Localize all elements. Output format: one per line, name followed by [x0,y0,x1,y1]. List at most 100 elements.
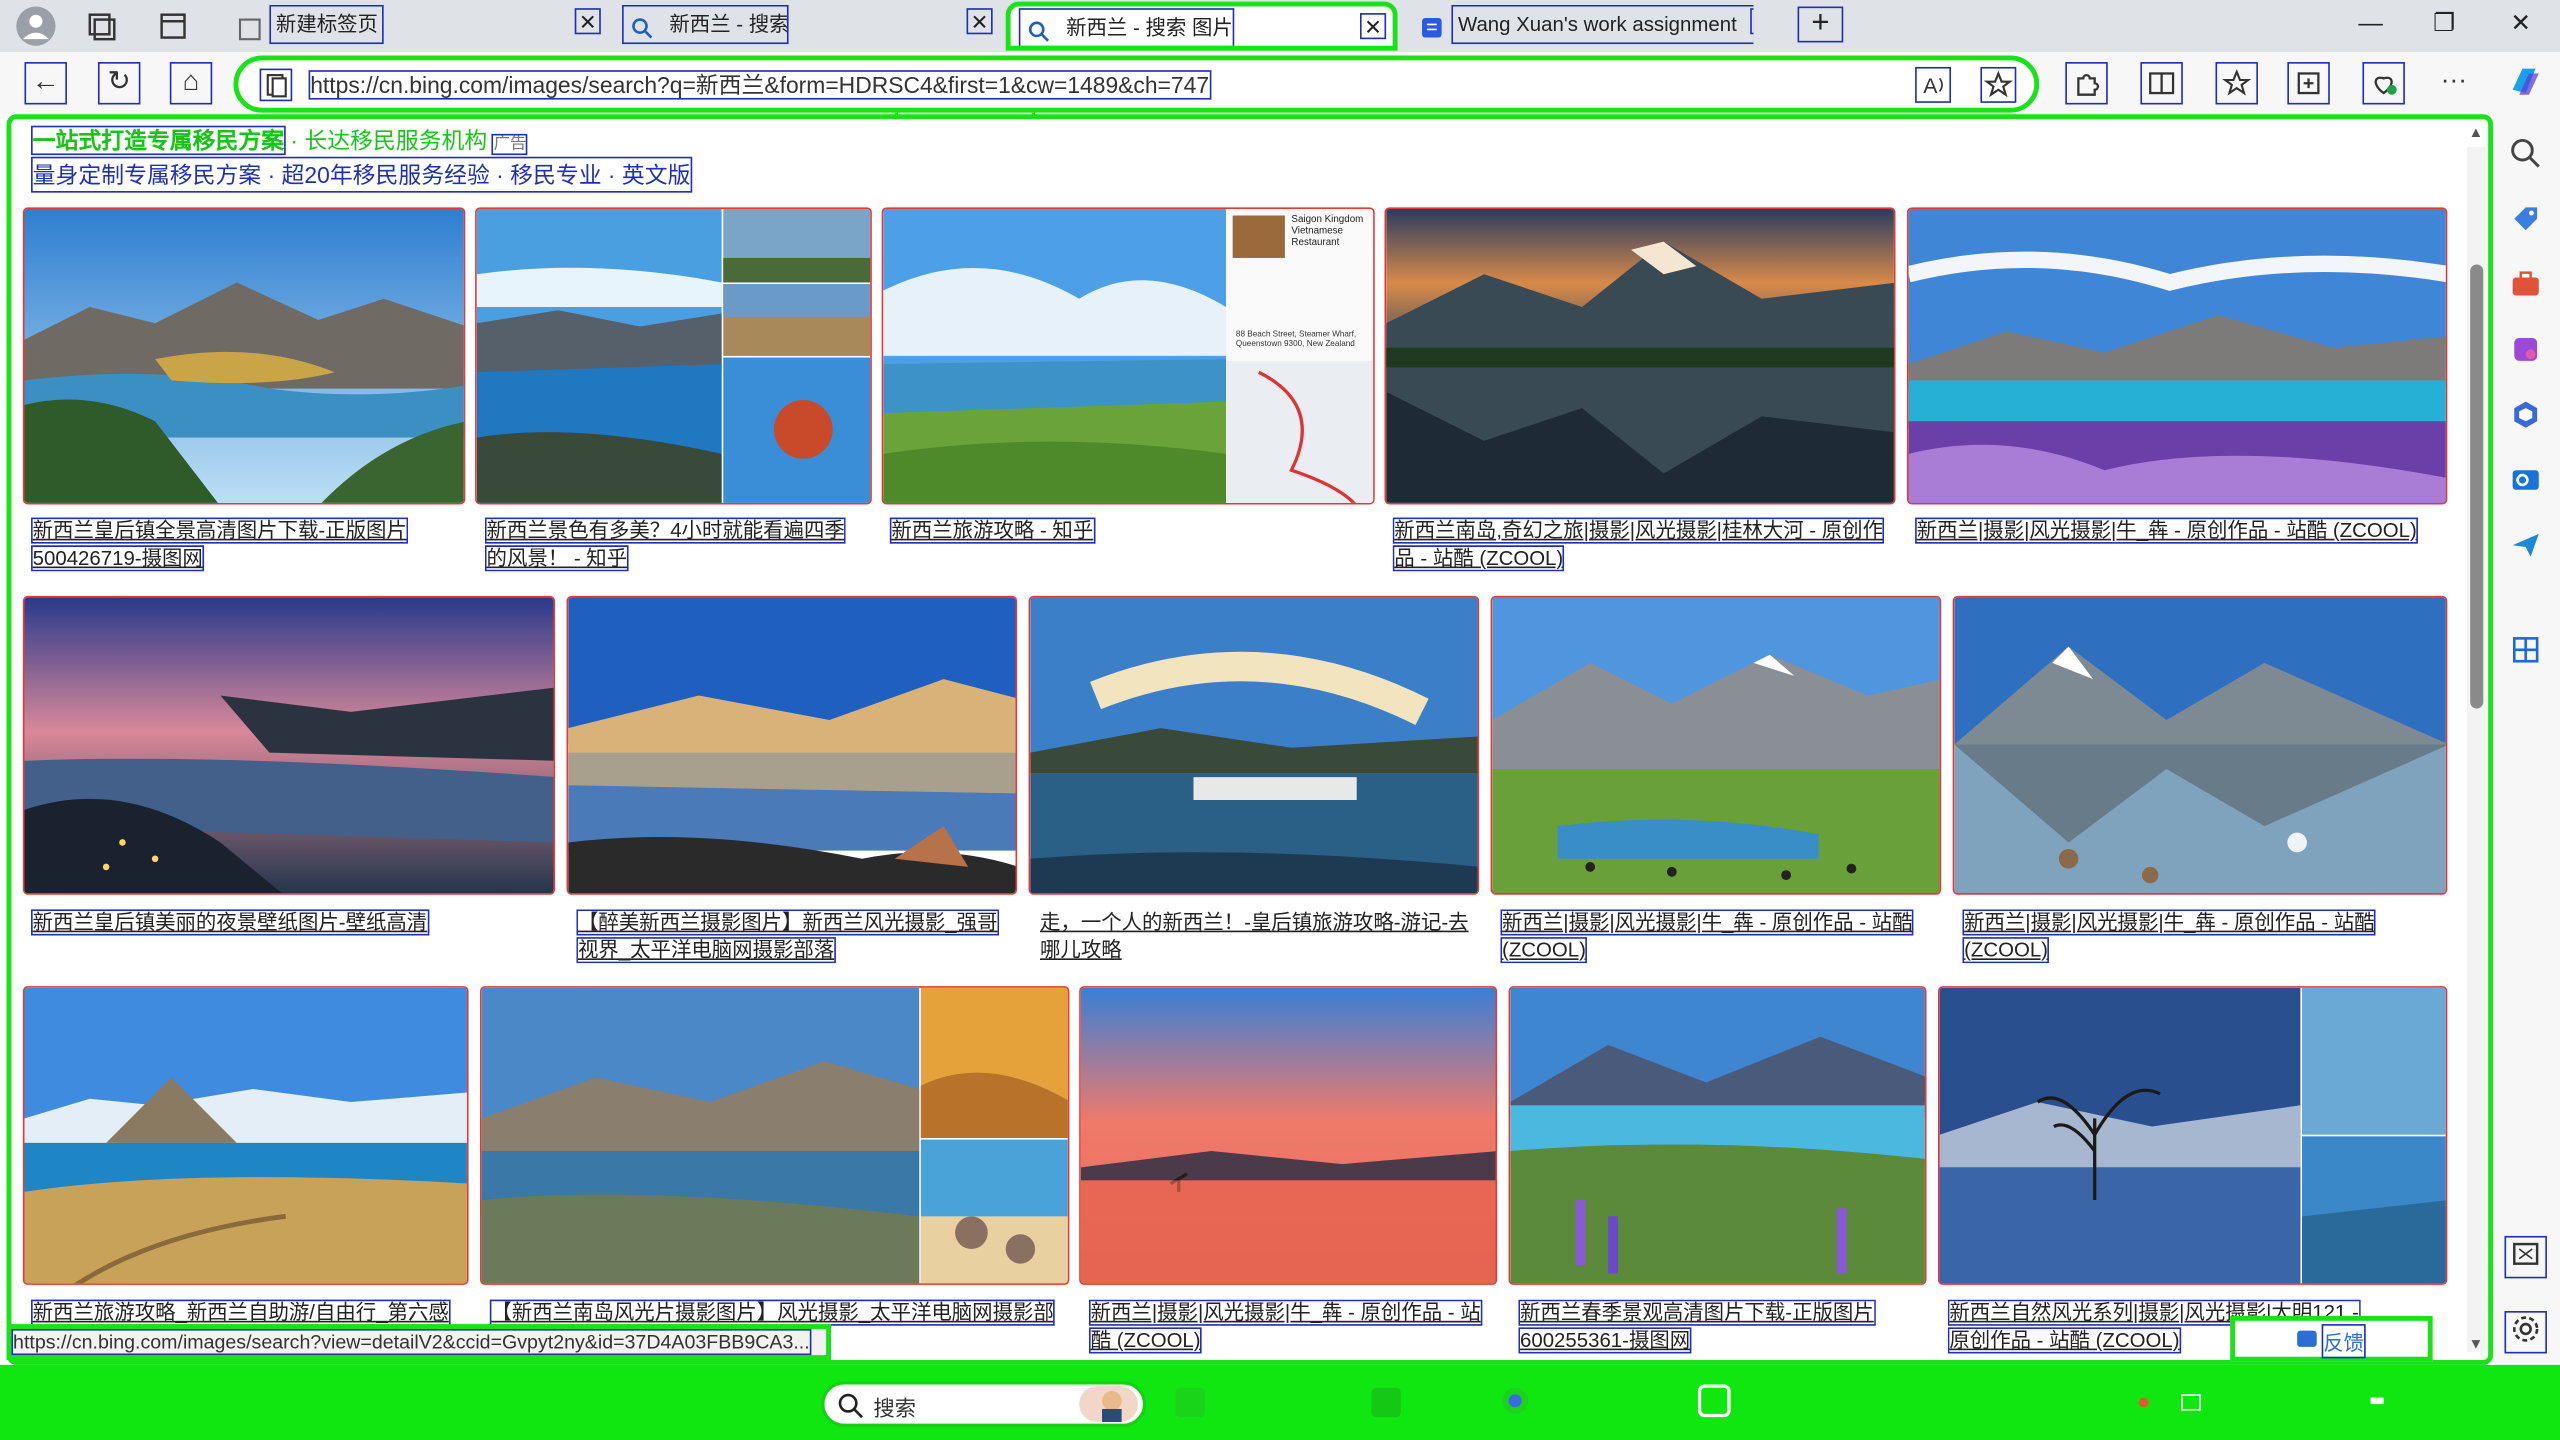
image-result[interactable] [566,595,1018,895]
document-icon [1420,13,1443,38]
scrollbar-thumb[interactable] [2470,264,2484,709]
profile-avatar[interactable] [16,6,56,46]
image-result[interactable]: Saigon Kingdom Vietnamese Restaurant 88 … [881,207,1375,505]
result-caption[interactable]: 走，一个人的新西兰！-皇后镇旅游攻略-游记-去哪儿攻略 [1040,909,1481,965]
tab-image-search-active[interactable]: 新西兰 - 搜索 图片 ✕ [1005,1,1398,51]
tools-icon[interactable] [2506,268,2545,307]
taskbar-app-icon[interactable] [1499,1384,1532,1417]
image-result[interactable] [479,986,1070,1285]
tab-title: 新建标签页 [269,4,384,45]
site-info-icon[interactable] [259,68,293,102]
copilot-icon[interactable] [2504,64,2543,103]
status-url: https://cn.bing.com/images/search?view=d… [11,1328,812,1356]
tab-title: Wang Xuan's work assignment [1451,4,1754,45]
extensions-icon[interactable] [2065,62,2108,105]
close-icon[interactable]: ✕ [1359,13,1387,40]
taskbar-search-box[interactable]: 搜索 [821,1381,1147,1427]
image-result[interactable] [22,595,556,895]
image-result[interactable] [22,986,469,1285]
image-result[interactable] [1079,986,1498,1285]
workspaces-icon[interactable] [85,10,118,43]
restaurant-address: 88 Beach Street, Steamer Wharf, Queensto… [1235,329,1357,350]
search-icon[interactable] [2506,137,2545,176]
shopping-tag-icon[interactable] [2506,202,2545,241]
image-result[interactable] [1490,595,1942,895]
minimize-button[interactable]: — [2354,10,2387,43]
maximize-button[interactable]: ❐ [2428,10,2461,43]
tab-strip: 新建标签页 ✕ 新西兰 - 搜索 ✕ 新西兰 - 搜索 图片 ✕ Wang Xu… [0,0,2560,53]
favorites-icon[interactable] [2215,62,2258,105]
close-icon[interactable]: ✕ [1750,8,1754,35]
tab-title: 新西兰 - 搜索 [622,4,789,45]
edge-sidebar [2493,114,2560,1365]
ad-description[interactable]: 量身定制专属移民方案 · 超20年移民服务经验 · 移民专业 · 英文版 [31,156,693,193]
restaurant-name: Saigon Kingdom Vietnamese Restaurant [1291,215,1364,249]
ad-title[interactable]: 一站式打造专属移民方案 [31,125,286,156]
new-tab-page-icon [238,15,261,41]
scroll-up-icon[interactable]: ▲ [2469,124,2484,140]
more-menu-button[interactable]: ··· [2434,64,2473,103]
result-caption[interactable]: 新西兰皇后镇全景高清图片下载-正版图片500426719-摄图网 [31,517,457,574]
microsoft-365-icon[interactable] [2506,398,2545,437]
outlook-icon[interactable] [2506,464,2545,503]
image-result[interactable] [1028,595,1480,895]
add-app-icon[interactable] [2506,633,2545,672]
taskbar-app-icon[interactable] [1371,1387,1401,1418]
screenshot-icon[interactable] [2504,1235,2547,1279]
refresh-button[interactable]: ↻ [97,62,141,105]
add-favorite-icon[interactable] [1980,66,2017,103]
collections-icon[interactable] [2287,62,2330,105]
address-bar[interactable]: https://cn.bing.com/images/search?q=新西兰&… [233,55,2040,113]
image-result[interactable] [475,207,872,505]
send-icon[interactable] [2506,529,2545,568]
games-icon[interactable] [2506,333,2545,372]
result-caption[interactable]: 新西兰皇后镇美丽的夜景壁纸图片-壁纸高清 [31,909,555,937]
result-caption[interactable]: 新西兰春季景观高清图片下载-正版图片600255361-摄图网 [1518,1299,1912,1356]
svg-text:A: A [1923,75,1938,98]
image-result[interactable] [1508,986,1927,1285]
browser-essentials-icon[interactable] [2362,62,2405,105]
result-caption[interactable]: 新西兰|摄影|风光摄影|牛_犇 - 原创作品 - 站酷 (ZCOOL) [1962,909,2388,965]
taskbar-search-placeholder: 搜索 [873,1395,916,1421]
image-result[interactable] [1384,207,1896,505]
feedback-button[interactable]: 反馈 [2230,1315,2433,1362]
result-caption[interactable]: 新西兰|摄影|风光摄影|牛_犇 - 原创作品 - 站酷 (ZCOOL) [1915,517,2423,546]
url-text[interactable]: https://cn.bing.com/images/search?q=新西兰&… [308,70,1211,100]
result-caption[interactable]: 新西兰景色有多美？4小时就能看遍四季的风景！ - 知乎 [484,517,863,574]
taskbar-app-icon[interactable] [1697,1384,1731,1418]
result-caption[interactable]: 新西兰|摄影|风光摄影|牛_犇 - 原创作品 - 站酷 (ZCOOL) [1088,1299,1483,1356]
search-highlight-image [1079,1386,1138,1423]
tab-search[interactable]: 新西兰 - 搜索 ✕ [620,4,1005,47]
image-result[interactable] [22,207,466,505]
result-caption[interactable]: 【醉美新西兰摄影图片】新西兰风光摄影_强哥视界_太平洋电脑网摄影部落 [576,909,1002,965]
feedback-icon [2297,1330,2317,1347]
tab-actions-icon[interactable] [157,10,190,43]
feedback-label[interactable]: 反馈 [2321,1324,2366,1359]
result-caption[interactable]: 新西兰南岛,奇幻之旅|摄影|风光摄影|桂林大河 - 原创作品 - 站酷 (ZCO… [1392,517,1900,574]
system-tray-icon[interactable] [2138,1397,2149,1408]
tab-title: 新西兰 - 搜索 图片 [1018,8,1235,46]
read-aloud-icon[interactable]: A [1915,66,1952,103]
image-result[interactable] [1937,986,2448,1285]
tab-work-assignment[interactable]: Wang Xuan's work assignment ✕ [1411,4,1754,47]
tab-new-tab[interactable]: 新建标签页 ✕ [225,4,610,47]
split-screen-icon[interactable] [2140,62,2183,105]
close-icon[interactable]: ✕ [966,8,993,35]
close-icon[interactable]: ✕ [574,8,601,35]
result-caption[interactable]: 新西兰旅游攻略 - 知乎 [889,517,1364,546]
window-close-button[interactable]: ✕ [2504,10,2537,43]
sidebar-settings-icon[interactable] [2504,1311,2547,1354]
scroll-down-icon[interactable]: ▼ [2469,1336,2484,1352]
ad-headline[interactable]: 一站式打造专属移民方案 · 长达移民服务机构 广告 [31,124,528,157]
home-button[interactable]: ⌂ [169,62,213,105]
taskbar-app-icon[interactable] [1175,1387,1205,1418]
new-tab-button[interactable]: + [1797,6,1844,43]
result-caption[interactable]: 新西兰|摄影|风光摄影|牛_犇 - 原创作品 - 站酷 (ZCOOL) [1500,909,1943,965]
system-tray-icon[interactable] [2181,1394,2201,1411]
ad-title-extra[interactable]: · 长达移民服务机构 [290,127,487,153]
ad-tag: 广告 [491,133,528,156]
image-result[interactable] [1906,207,2448,505]
system-tray-icon[interactable] [2370,1397,2384,1405]
back-button[interactable]: ← [24,62,67,105]
image-result[interactable] [1952,595,2448,895]
